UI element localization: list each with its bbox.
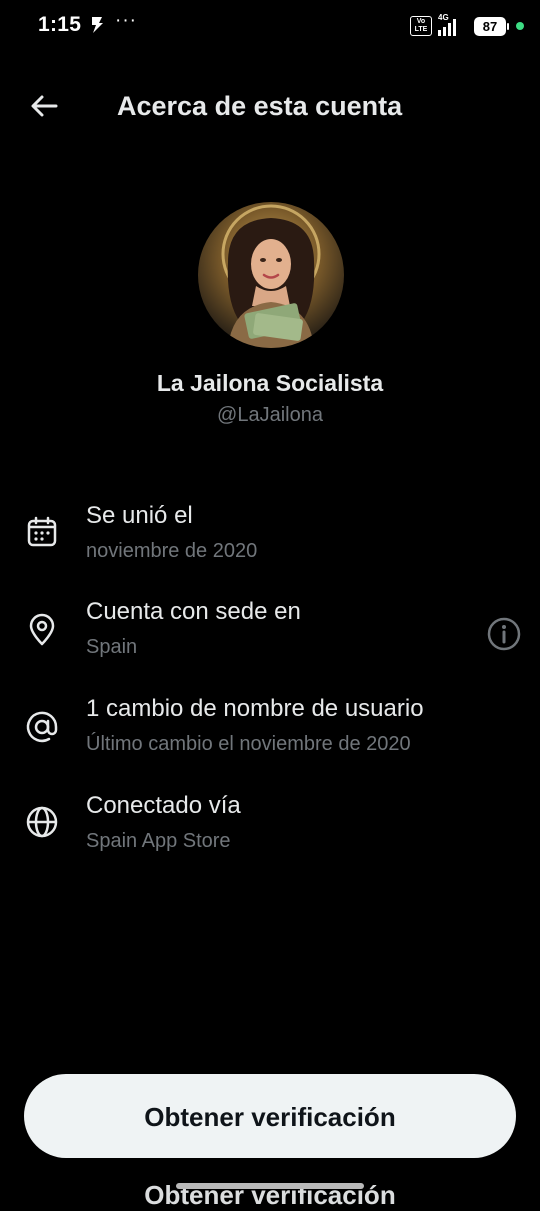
username-change-row: 1 cambio de nombre de usuario Último cam… xyxy=(0,695,540,775)
page-title: Acerca de esta cuenta xyxy=(117,91,403,121)
username-change-label: 1 cambio de nombre de usuario xyxy=(86,695,424,722)
connected-via-label: Conectado vía xyxy=(86,792,241,819)
avatar-image xyxy=(198,202,344,348)
user-handle: @LaJailona xyxy=(217,404,323,426)
info-icon[interactable] xyxy=(486,616,522,652)
more-notifications-icon: ··· xyxy=(115,10,137,31)
home-indicator[interactable] xyxy=(176,1183,364,1189)
location-value: Spain xyxy=(86,636,138,658)
username-change-date: Último cambio el noviembre de 2020 xyxy=(86,733,411,755)
display-name: La Jailona Socialista xyxy=(156,370,384,396)
globe-icon xyxy=(26,806,58,838)
connected-via-value: Spain App Store xyxy=(86,830,231,852)
status-indicators: Vo LTE 4G 87 xyxy=(410,13,524,37)
joined-date-row: Se unió el noviembre de 2020 xyxy=(0,502,540,582)
location-pin-icon xyxy=(29,613,55,646)
at-sign-icon xyxy=(26,711,58,743)
location-label: Cuenta con sede en xyxy=(86,598,301,625)
joined-date: noviembre de 2020 xyxy=(86,540,258,562)
joined-label: Se unió el xyxy=(86,502,193,529)
status-bar: 1:15 ··· Vo LTE 4G 87 xyxy=(0,0,540,52)
connected-via-row: Conectado vía Spain App Store xyxy=(0,792,540,872)
calendar-icon xyxy=(27,516,57,547)
volte-icon: Vo LTE xyxy=(410,16,432,36)
status-time: 1:15 xyxy=(38,13,82,36)
get-verified-button[interactable]: Obtener verificación xyxy=(24,1074,516,1158)
account-location-row: Cuenta con sede en Spain xyxy=(0,598,540,678)
avatar[interactable] xyxy=(198,202,344,348)
app-notification-icon xyxy=(92,17,103,33)
back-arrow-icon[interactable] xyxy=(26,88,62,124)
privacy-indicator-dot xyxy=(516,22,524,30)
battery-icon: 87 xyxy=(474,16,509,36)
signal-icon: 4G xyxy=(438,13,468,36)
